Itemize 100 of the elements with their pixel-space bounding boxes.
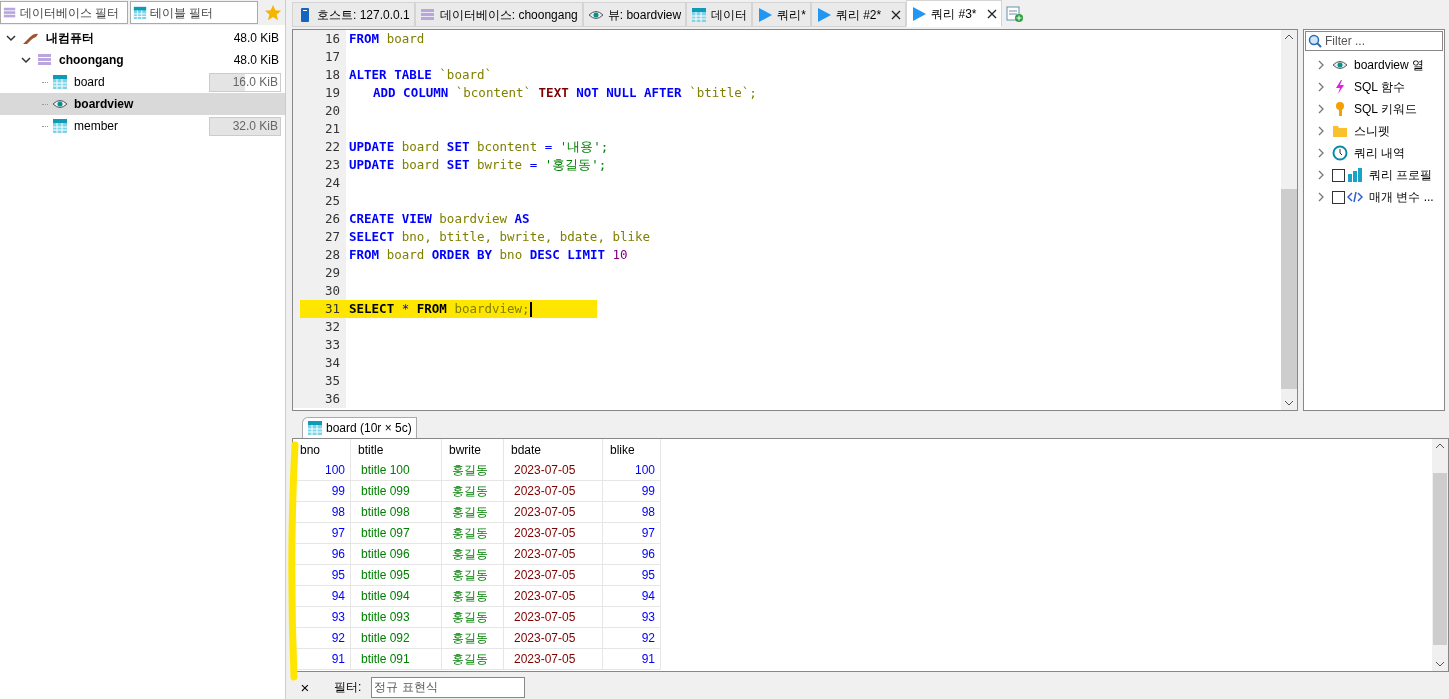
tab[interactable]: 뷰: boardview	[582, 2, 687, 27]
tree-item[interactable]: boardview	[0, 93, 285, 115]
checkbox[interactable]	[1332, 190, 1345, 204]
table-cell: 94	[293, 586, 351, 607]
tree-item[interactable]: member 32.0 KiB	[0, 115, 285, 137]
line-number: 17	[323, 47, 340, 66]
helper-item[interactable]: boardview 열	[1304, 54, 1444, 76]
filter-input[interactable]: 테이블 필터	[150, 3, 250, 22]
line-number: 16	[323, 29, 340, 48]
chevron-down-icon[interactable]	[6, 33, 16, 43]
code-token: bcontent	[476, 138, 538, 154]
filter-label: 필터:	[334, 679, 362, 696]
chevron-down-icon[interactable]	[21, 55, 31, 65]
sql-editor[interactable]	[292, 29, 1298, 411]
table-cell: btitle 093	[351, 607, 442, 628]
table-cell: 홍길동	[442, 502, 504, 523]
line-number: 36	[323, 389, 340, 408]
line-number: 19	[323, 83, 340, 102]
chevron-right-icon[interactable]	[1316, 126, 1326, 136]
chevron-right-icon[interactable]	[1316, 60, 1326, 70]
code-token: UPDATE	[349, 138, 395, 154]
code-token: FROM	[349, 30, 380, 46]
table-cell: 2023-07-05	[504, 607, 603, 628]
scrollbar[interactable]	[1432, 439, 1448, 671]
code-token: ORDER	[431, 246, 470, 262]
size-text: 16.0 KiB	[232, 74, 278, 91]
close-icon[interactable]	[986, 8, 997, 19]
line-number: 27	[323, 227, 340, 246]
table-cell: btitle 092	[351, 628, 442, 649]
line-number: 32	[323, 317, 340, 336]
play-icon	[911, 5, 928, 22]
table-cell: 2023-07-05	[504, 628, 603, 649]
folder-icon	[1332, 123, 1348, 139]
close-icon[interactable]	[891, 9, 902, 20]
table-cell: 2023-07-05	[504, 565, 603, 586]
regex-filter-field[interactable]: 정규 표현식	[371, 676, 526, 698]
table-cell: 홍길동	[442, 544, 504, 565]
tree-label: 내컴퓨터	[46, 30, 94, 47]
tab[interactable]: 데이터	[686, 2, 753, 27]
filter-input[interactable]: 데이터베이스 필터	[20, 3, 120, 22]
table-cell: 2023-07-05	[504, 523, 603, 544]
column-header[interactable]: bno	[293, 439, 351, 460]
table-icon	[307, 420, 323, 436]
code-token: AFTER	[644, 84, 682, 100]
table-cell: btitle 099	[351, 481, 442, 502]
tab[interactable]: 쿼리 #2*	[810, 2, 907, 27]
helper-item[interactable]: SQL 키워드	[1304, 98, 1444, 120]
code-token: TEXT	[538, 84, 569, 100]
filter-field[interactable]: 데이터베이스 필터	[0, 1, 128, 24]
helper-item[interactable]: 쿼리 프로필	[1304, 164, 1444, 186]
tree-item[interactable]: choongang 48.0 KiB	[0, 49, 285, 71]
table-cell: 홍길동	[442, 460, 504, 481]
tab[interactable]: 쿼리*	[752, 2, 811, 27]
helper-item[interactable]: 매개 변수 ...	[1304, 186, 1444, 208]
code-token: `board`	[439, 66, 493, 82]
scrollbar[interactable]	[1281, 30, 1297, 410]
table-icon	[52, 118, 68, 134]
code-token: AS	[514, 210, 530, 226]
column-header[interactable]: blike	[603, 439, 661, 460]
table-cell: btitle 091	[351, 649, 442, 670]
table-cell: btitle 097	[351, 523, 442, 544]
tree-item[interactable]: 내컴퓨터 48.0 KiB	[0, 27, 285, 49]
star-icon[interactable]	[264, 3, 282, 22]
result-tab[interactable]: board (10r × 5c)	[302, 417, 417, 438]
tree-item[interactable]: board 16.0 KiB	[0, 71, 285, 93]
code-token: bwrite,	[499, 228, 553, 244]
helper-item[interactable]: 스니펫	[1304, 120, 1444, 142]
search-field[interactable]: Filter ...	[1305, 31, 1443, 51]
clock-icon	[1332, 145, 1348, 161]
checkbox[interactable]	[1332, 168, 1345, 182]
filter-field[interactable]: 테이블 필터	[130, 1, 258, 24]
database-icon	[37, 52, 53, 68]
tab[interactable]: 데이터베이스: choongang	[414, 2, 583, 27]
chevron-right-icon[interactable]	[1316, 82, 1326, 92]
close-filter-button[interactable]: ×	[296, 679, 314, 695]
table-cell: 2023-07-05	[504, 586, 603, 607]
new-tab-icon[interactable]	[1005, 5, 1024, 23]
tree-label: board	[74, 74, 105, 91]
helper-item[interactable]: 쿼리 내역	[1304, 142, 1444, 164]
chevron-right-icon[interactable]	[1316, 104, 1326, 114]
column-header[interactable]: bdate	[504, 439, 603, 460]
column-header[interactable]: btitle	[351, 439, 442, 460]
tab[interactable]: 쿼리 #3*	[906, 0, 1002, 27]
chevron-right-icon[interactable]	[1316, 148, 1326, 158]
tab[interactable]: 호스트: 127.0.0.1	[292, 2, 415, 27]
table-cell: 91	[603, 649, 661, 670]
line-number: 24	[323, 173, 340, 192]
chevron-right-icon[interactable]	[1316, 170, 1326, 180]
filter-input[interactable]: Filter ...	[1325, 32, 1435, 50]
code-token: VIEW	[401, 210, 432, 226]
chevron-right-icon[interactable]	[1316, 192, 1326, 202]
table-cell: 96	[293, 544, 351, 565]
table-cell: 95	[603, 565, 661, 586]
table-cell: 97	[603, 523, 661, 544]
code-token: SET	[446, 156, 470, 172]
code-token: bwrite	[476, 156, 523, 172]
helper-item[interactable]: SQL 함수	[1304, 76, 1444, 98]
table-cell: 2023-07-05	[504, 481, 603, 502]
tree-label: boardview	[74, 96, 134, 113]
column-header[interactable]: bwrite	[442, 439, 504, 460]
